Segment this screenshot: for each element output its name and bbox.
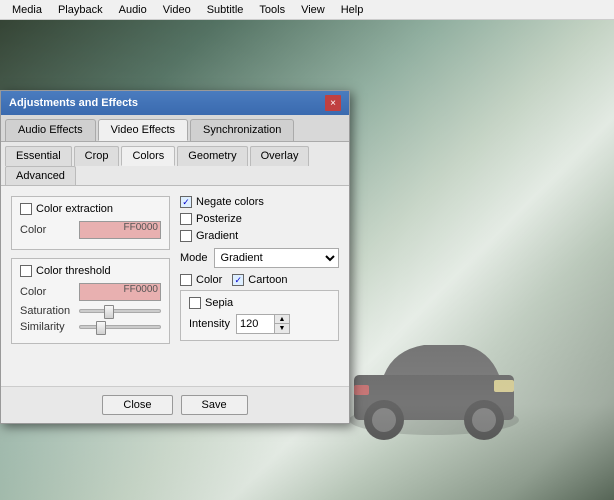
sepia-section: Sepia Intensity ▲ ▼ xyxy=(180,290,339,341)
saturation-label: Saturation xyxy=(20,305,75,317)
posterize-row: Posterize xyxy=(180,213,339,225)
color-cartoon-row: Color ✓ Cartoon xyxy=(180,274,339,286)
menubar: Media Playback Audio Video Subtitle Tool… xyxy=(0,0,614,20)
menu-audio[interactable]: Audio xyxy=(111,2,155,18)
dialog-overlay: Adjustments and Effects × Audio Effects … xyxy=(0,90,350,424)
saturation-thumb[interactable] xyxy=(104,305,114,319)
spinbox-arrows: ▲ ▼ xyxy=(274,314,290,334)
dialog-content: Color extraction Color FF0000 xyxy=(1,186,349,386)
menu-view[interactable]: View xyxy=(293,2,333,18)
second-tab-group: Essential Crop Colors Geometry Overlay A… xyxy=(1,142,349,186)
color-threshold-color-label: Color xyxy=(20,286,75,298)
tab-crop[interactable]: Crop xyxy=(74,146,120,166)
color-extraction-header: Color extraction xyxy=(20,203,161,215)
color-extraction-section: Color extraction Color FF0000 xyxy=(11,196,170,250)
top-tab-group: Audio Effects Video Effects Synchronizat… xyxy=(1,115,349,142)
tab-video-effects[interactable]: Video Effects xyxy=(98,119,188,141)
gradient-checkbox[interactable] xyxy=(180,230,192,242)
negate-colors-checkbox[interactable]: ✓ xyxy=(180,196,192,208)
dialog-footer: Close Save xyxy=(1,386,349,423)
cartoon-check-label[interactable]: ✓ Cartoon xyxy=(232,274,287,286)
saturation-slider[interactable] xyxy=(79,309,161,313)
dialog-titlebar: Adjustments and Effects × xyxy=(1,91,349,115)
color-threshold-checkbox[interactable] xyxy=(20,265,32,277)
menu-video[interactable]: Video xyxy=(155,2,199,18)
tab-overlay[interactable]: Overlay xyxy=(250,146,310,166)
tab-audio-effects[interactable]: Audio Effects xyxy=(5,119,96,141)
intensity-spin-up[interactable]: ▲ xyxy=(275,315,289,324)
tab-colors[interactable]: Colors xyxy=(121,146,175,166)
posterize-label[interactable]: Posterize xyxy=(180,213,242,225)
color-threshold-section: Color threshold Color FF0000 Saturation xyxy=(11,258,170,344)
color-threshold-header: Color threshold xyxy=(20,265,161,277)
color-extraction-label[interactable]: Color extraction xyxy=(20,203,113,215)
color-check[interactable] xyxy=(180,274,192,286)
intensity-input[interactable] xyxy=(236,314,274,334)
intensity-row: Intensity ▲ ▼ xyxy=(189,314,330,334)
tab-essential[interactable]: Essential xyxy=(5,146,72,166)
color-extraction-color-input[interactable]: FF0000 xyxy=(79,221,161,239)
mode-row: Mode Gradient xyxy=(180,248,339,268)
cartoon-check[interactable]: ✓ xyxy=(232,274,244,286)
color-threshold-color-row: Color FF0000 xyxy=(20,283,161,301)
gradient-label[interactable]: Gradient xyxy=(180,230,238,242)
tab-advanced[interactable]: Advanced xyxy=(5,166,76,185)
menu-tools[interactable]: Tools xyxy=(251,2,293,18)
color-check-label[interactable]: Color xyxy=(180,274,222,286)
intensity-spin-down[interactable]: ▼ xyxy=(275,324,289,333)
dialog-title: Adjustments and Effects xyxy=(9,97,138,109)
color-extraction-checkbox[interactable] xyxy=(20,203,32,215)
mode-label: Mode xyxy=(180,252,208,264)
dialog-close-button[interactable]: × xyxy=(325,95,341,111)
mode-select[interactable]: Gradient xyxy=(214,248,339,268)
color-threshold-color-input[interactable]: FF0000 xyxy=(79,283,161,301)
similarity-label: Similarity xyxy=(20,321,75,333)
negate-colors-row: ✓ Negate colors xyxy=(180,196,339,208)
left-column: Color extraction Color FF0000 xyxy=(11,196,170,352)
adjustments-dialog: Adjustments and Effects × Audio Effects … xyxy=(0,90,350,424)
intensity-label: Intensity xyxy=(189,318,230,330)
sepia-label[interactable]: Sepia xyxy=(189,297,330,309)
menu-media[interactable]: Media xyxy=(4,2,50,18)
save-button[interactable]: Save xyxy=(181,395,248,415)
posterize-checkbox[interactable] xyxy=(180,213,192,225)
similarity-slider[interactable] xyxy=(79,325,161,329)
menu-help[interactable]: Help xyxy=(333,2,372,18)
gradient-row: Gradient xyxy=(180,230,339,242)
close-button[interactable]: Close xyxy=(102,395,172,415)
content-columns: Color extraction Color FF0000 xyxy=(11,196,339,352)
negate-colors-label[interactable]: ✓ Negate colors xyxy=(180,196,264,208)
similarity-row: Similarity xyxy=(20,321,161,333)
color-extraction-color-row: Color FF0000 xyxy=(20,221,161,239)
tab-geometry[interactable]: Geometry xyxy=(177,146,247,166)
right-column: ✓ Negate colors Posterize xyxy=(180,196,339,352)
color-threshold-label[interactable]: Color threshold xyxy=(20,265,111,277)
menu-subtitle[interactable]: Subtitle xyxy=(199,2,252,18)
sepia-checkbox[interactable] xyxy=(189,297,201,309)
intensity-spinbox: ▲ ▼ xyxy=(236,314,290,334)
video-car-graphic xyxy=(334,320,534,440)
similarity-thumb[interactable] xyxy=(96,321,106,335)
color-extraction-color-label: Color xyxy=(20,224,75,236)
tab-synchronization[interactable]: Synchronization xyxy=(190,119,294,141)
menu-playback[interactable]: Playback xyxy=(50,2,111,18)
saturation-row: Saturation xyxy=(20,305,161,317)
